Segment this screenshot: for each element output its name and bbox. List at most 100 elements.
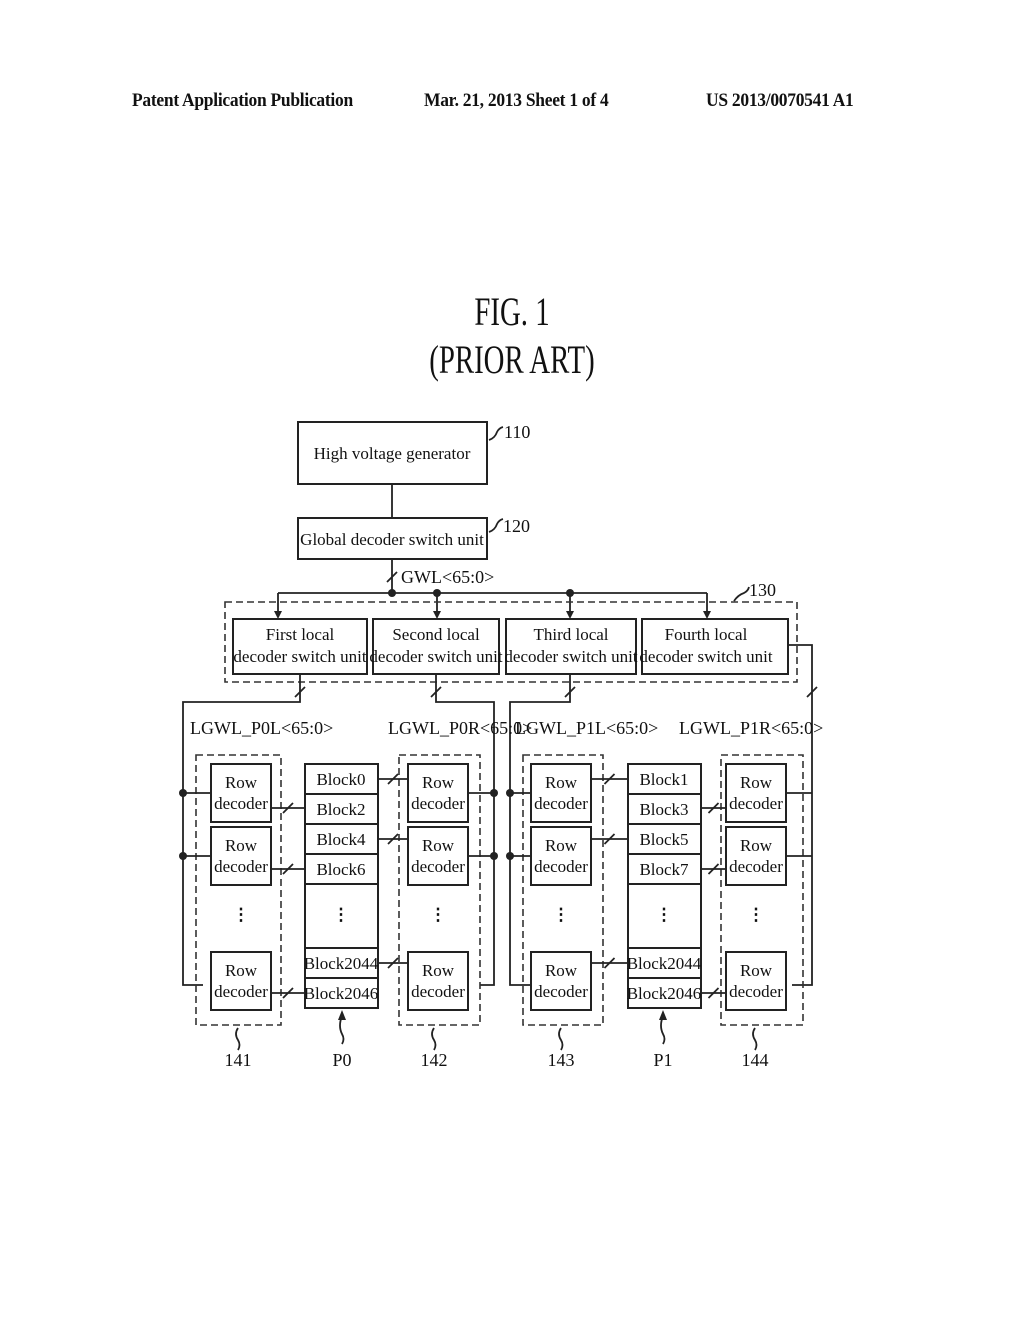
- row-decoder-label-2: decoder: [729, 857, 783, 876]
- local-decoder-switch-unit-4: Fourth local decoder switch unit: [639, 618, 789, 675]
- ref-leader-120: [488, 518, 504, 533]
- row-decoder: Row decoder: [210, 763, 272, 823]
- gwl-bus-label: GWL<65:0>: [401, 567, 494, 587]
- local-unit-2-line2: decoder switch unit: [369, 647, 502, 666]
- junction-dot: [179, 789, 187, 797]
- ref-144: 144: [742, 1050, 769, 1070]
- ref-leader-130: [733, 586, 750, 602]
- memory-block-label: Block2044: [627, 954, 702, 973]
- local-unit-1-line1: First local: [266, 625, 335, 644]
- junction-dot: [506, 852, 514, 860]
- high-voltage-generator-label: High voltage generator: [314, 444, 471, 463]
- junction-dot: [506, 789, 514, 797]
- row-decoder-label-2: decoder: [214, 982, 268, 1001]
- memory-block-label: Block0: [316, 770, 365, 789]
- row-decoder-label-2: decoder: [534, 982, 588, 1001]
- row-decoder: Row decoder: [530, 763, 592, 823]
- row-decoder-label-1: Row: [545, 836, 578, 855]
- ellipsis: ⋮: [656, 905, 673, 924]
- global-decoder-switch-unit: Global decoder switch unit: [297, 517, 488, 560]
- local-output-wires: [182, 644, 818, 986]
- row-decoder-label-1: Row: [422, 961, 455, 980]
- junction-dot: [490, 789, 498, 797]
- ellipsis: ⋮: [233, 905, 250, 924]
- ref-120: 120: [503, 516, 530, 536]
- row-decoder-label-2: decoder: [214, 857, 268, 876]
- row-decoder: Row decoder: [725, 951, 787, 1011]
- ref-p1: P1: [653, 1050, 672, 1070]
- ellipsis: ⋮: [430, 905, 447, 924]
- row-decoder: Row decoder: [210, 951, 272, 1011]
- bus-label-p1l: LGWL_P1L<65:0>: [515, 718, 658, 738]
- memory-block-label: Block6: [316, 860, 365, 879]
- row-decoder: Row decoder: [725, 826, 787, 886]
- ref-143: 143: [548, 1050, 575, 1070]
- junction-dot: [179, 852, 187, 860]
- local-unit-2-line1: Second local: [392, 625, 480, 644]
- ref-130: 130: [749, 580, 776, 600]
- row-decoder-label-1: Row: [740, 961, 773, 980]
- memory-block-label: Block2044: [304, 954, 379, 973]
- row-decoder-label-1: Row: [545, 961, 578, 980]
- row-decoder-label-1: Row: [422, 773, 455, 792]
- row-decoder-label-1: Row: [225, 773, 258, 792]
- global-decoder-label: Global decoder switch unit: [300, 530, 484, 549]
- local-unit-3-line2: decoder switch unit: [504, 647, 637, 666]
- row-decoder-label-1: Row: [740, 836, 773, 855]
- ref-leader-110: [488, 426, 504, 441]
- row-decoder-label-2: decoder: [534, 794, 588, 813]
- row-decoder-label-1: Row: [545, 773, 578, 792]
- ref-110: 110: [504, 422, 530, 442]
- row-decoder-label-1: Row: [225, 961, 258, 980]
- junction-dot: [388, 589, 396, 597]
- row-decoder-label-1: Row: [225, 836, 258, 855]
- row-decoder: Row decoder: [725, 763, 787, 823]
- gwl-drops: [274, 593, 711, 619]
- row-decoder-label-1: Row: [422, 836, 455, 855]
- row-decoder-label-2: decoder: [534, 857, 588, 876]
- ellipsis: ⋮: [333, 905, 350, 924]
- memory-block-label: Block7: [639, 860, 689, 879]
- row-decoder-label-2: decoder: [214, 794, 268, 813]
- local-unit-1-line2: decoder switch unit: [233, 647, 366, 666]
- row-decoder: Row decoder: [407, 763, 469, 823]
- row-decoder: Row decoder: [530, 951, 592, 1011]
- plane-p0: Block0 Block2 Block4 Block6 Block2044 Block20…: [304, 763, 379, 1009]
- memory-block-label: Block4: [316, 830, 366, 849]
- block-diagram: High voltage generator 110 Global decode…: [179, 421, 823, 1070]
- row-decoder: Row decoder: [407, 826, 469, 886]
- bus-label-p1r: LGWL_P1R<65:0>: [679, 718, 823, 738]
- high-voltage-generator: High voltage generator: [297, 421, 488, 485]
- junction-dot: [490, 852, 498, 860]
- memory-block-label: Block3: [639, 800, 688, 819]
- local-unit-4-line2: decoder switch unit: [639, 647, 772, 666]
- local-unit-3-line1: Third local: [533, 625, 608, 644]
- local-decoder-switch-unit-2: Second local decoder switch unit: [369, 618, 503, 675]
- memory-block-label: Block2046: [627, 984, 702, 1003]
- row-decoder-label-2: decoder: [411, 982, 465, 1001]
- ellipsis: ⋮: [553, 905, 570, 924]
- row-decoder: Row decoder: [530, 826, 592, 886]
- ref-142: 142: [421, 1050, 448, 1070]
- memory-block-label: Block2: [316, 800, 365, 819]
- row-decoder-label-2: decoder: [729, 982, 783, 1001]
- memory-block-label: Block1: [639, 770, 688, 789]
- local-decoder-switch-unit-3: Third local decoder switch unit: [504, 618, 638, 675]
- bottom-references: 141 P0 142 143 P1 144: [225, 1010, 769, 1070]
- row-decoder-label-2: decoder: [411, 857, 465, 876]
- ref-p0: P0: [332, 1050, 351, 1070]
- local-decoder-switch-unit-1: First local decoder switch unit: [232, 618, 368, 675]
- row-decoder: Row decoder: [210, 826, 272, 886]
- plane-p1: Block1 Block3 Block5 Block7 Block2044 Block20…: [627, 763, 702, 1009]
- ref-141: 141: [225, 1050, 252, 1070]
- row-decoder-label-2: decoder: [729, 794, 783, 813]
- row-decoder-label-2: decoder: [411, 794, 465, 813]
- memory-block-label: Block2046: [304, 984, 379, 1003]
- memory-block-label: Block5: [639, 830, 688, 849]
- bus-label-p0l: LGWL_P0L<65:0>: [190, 718, 333, 738]
- row-decoder: Row decoder: [407, 951, 469, 1011]
- row-decoder-label-1: Row: [740, 773, 773, 792]
- bus-label-p0r: LGWL_P0R<65:0>: [388, 718, 532, 738]
- ellipsis: ⋮: [748, 905, 765, 924]
- local-unit-4-line1: Fourth local: [665, 625, 748, 644]
